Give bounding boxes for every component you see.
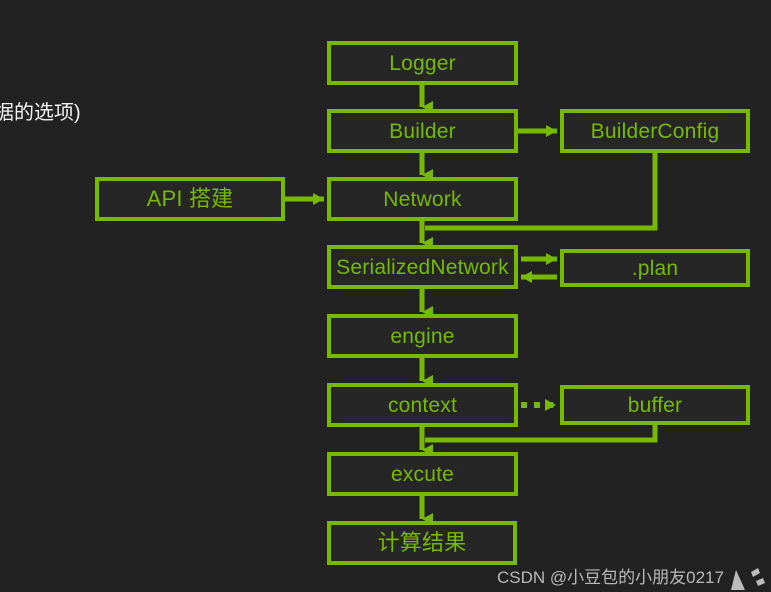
csdn-watermark: CSDN @小豆包的小朋友0217 [497,568,724,587]
node-result[interactable]: 计算结果 [327,521,517,565]
connector-layer [285,85,658,525]
node-builderconfig[interactable]: BuilderConfig [560,109,750,153]
node-builder[interactable]: Builder [327,109,518,153]
node-network[interactable]: Network [327,177,518,221]
node-serializednetwork[interactable]: SerializedNetwork [327,245,518,289]
node-context[interactable]: context [327,383,518,427]
side-note-text: 据的选项) [0,102,81,124]
csdn-logo-icon [731,568,765,590]
node-api[interactable]: API 搭建 [95,177,285,221]
node-engine[interactable]: engine [327,314,518,358]
diagram-canvas: Logger Builder BuilderConfig API 搭建 Netw… [0,0,771,592]
node-buffer[interactable]: buffer [560,385,750,425]
node-excute[interactable]: excute [327,452,518,496]
node-logger[interactable]: Logger [327,41,518,85]
edge-buffer-excute [425,425,658,443]
node-plan[interactable]: .plan [560,249,750,287]
